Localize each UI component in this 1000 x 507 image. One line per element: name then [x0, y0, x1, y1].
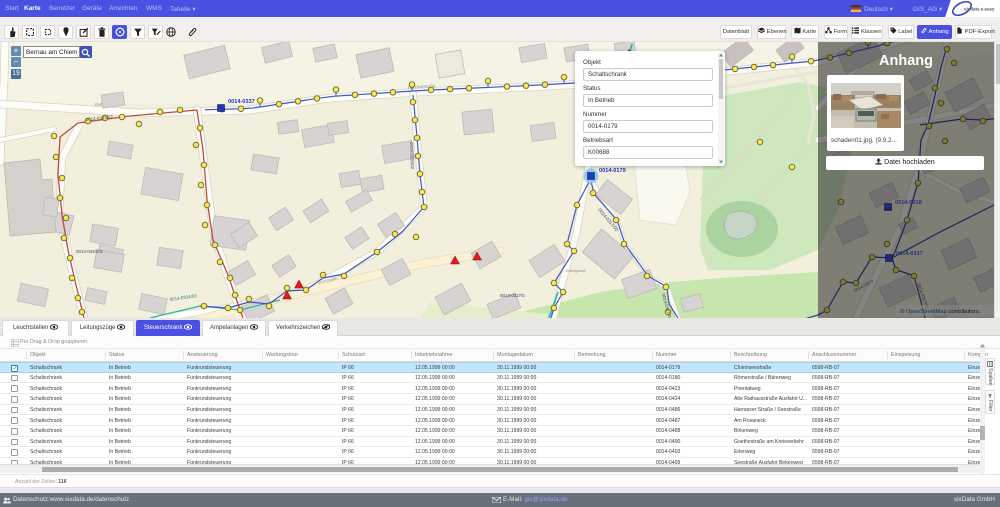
svg-text:0014-0334/01: 0014-0334/01	[76, 249, 104, 254]
svg-text:0014-0179: 0014-0179	[599, 168, 626, 174]
svg-text:0014-0335/02: 0014-0335/02	[409, 142, 415, 170]
svg-text:sixdata e.easy: sixdata e.easy	[964, 7, 995, 12]
svg-text:0014-0337: 0014-0337	[228, 99, 255, 105]
svg-text:Weingasse: Weingasse	[566, 268, 586, 273]
svg-text:0014-0317/0: 0014-0317/0	[500, 293, 525, 298]
